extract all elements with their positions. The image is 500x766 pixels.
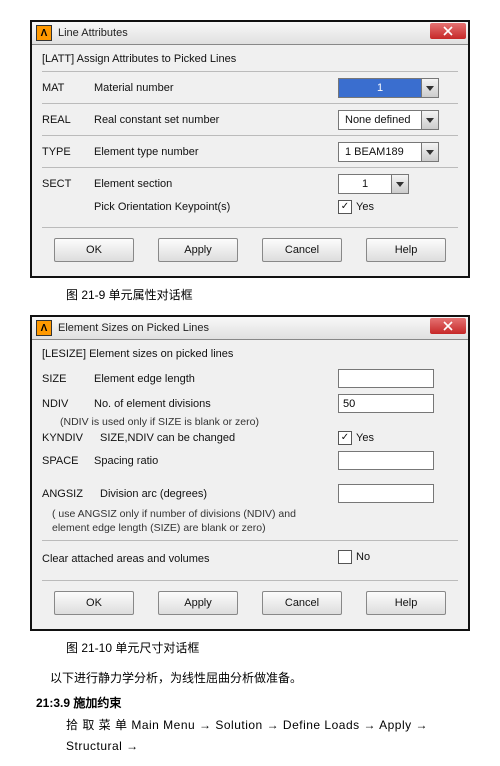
size-desc: Element edge length (94, 373, 338, 385)
angsiz-input[interactable] (338, 484, 434, 503)
ndiv-input[interactable] (338, 394, 434, 413)
ndiv-code: NDIV (42, 398, 94, 410)
cancel-button[interactable]: Cancel (262, 238, 342, 262)
dialog-title: Element Sizes on Picked Lines (58, 322, 209, 334)
cancel-button[interactable]: Cancel (262, 591, 342, 615)
real-code: REAL (42, 114, 94, 126)
close-button[interactable] (430, 23, 466, 39)
ndiv-desc: No. of element divisions (94, 398, 338, 410)
dialog-title: Line Attributes (58, 27, 128, 39)
type-desc: Element type number (94, 146, 338, 158)
space-code: SPACE (42, 455, 94, 467)
type-code: TYPE (42, 146, 94, 158)
chevron-down-icon (421, 79, 438, 97)
kyndiv-code: KYNDIV (42, 432, 100, 444)
angsiz-note-2: element edge length (SIZE) are blank or … (52, 522, 458, 534)
body-text-1: 以下进行静力学分析，为线性屈曲分析做准备。 (50, 668, 470, 688)
element-sizes-dialog: Λ Element Sizes on Picked Lines [LESIZE]… (30, 315, 470, 631)
kyndiv-desc: SIZE,NDIV can be changed (100, 432, 338, 444)
angsiz-desc: Division arc (degrees) (100, 488, 338, 500)
sect-desc: Element section (94, 178, 338, 190)
figure-caption-2: 图 21-10 单元尺寸对话框 (66, 639, 470, 656)
close-button[interactable] (430, 318, 466, 334)
space-desc: Spacing ratio (94, 455, 338, 467)
real-combo[interactable]: None defined (338, 110, 439, 130)
type-combo[interactable]: 1 BEAM189 (338, 142, 439, 162)
space-input[interactable] (338, 451, 434, 470)
section-heading: 21:3.9 施加约束 (36, 694, 470, 711)
menu-path: 拾 取 菜 单 Main Menu → Solution → Define Lo… (66, 715, 470, 756)
pick-checkbox[interactable]: ✓Yes (338, 200, 374, 214)
kyndiv-checkbox[interactable]: ✓Yes (338, 431, 374, 445)
sect-combo[interactable]: 1 (338, 174, 409, 194)
apply-button[interactable]: Apply (158, 591, 238, 615)
chevron-down-icon (391, 175, 408, 193)
ndiv-note: (NDIV is used only if SIZE is blank or z… (60, 416, 458, 428)
real-desc: Real constant set number (94, 114, 338, 126)
app-icon: Λ (36, 320, 52, 336)
chevron-down-icon (421, 111, 438, 129)
clear-checkbox[interactable]: No (338, 550, 370, 564)
help-button[interactable]: Help (366, 238, 446, 262)
dialog-header: [LESIZE] Element sizes on picked lines (42, 348, 458, 360)
size-input[interactable] (338, 369, 434, 388)
ok-button[interactable]: OK (54, 238, 134, 262)
app-icon: Λ (36, 25, 52, 41)
apply-button[interactable]: Apply (158, 238, 238, 262)
dialog-header: [LATT] Assign Attributes to Picked Lines (42, 53, 458, 65)
dialog-titlebar[interactable]: Λ Line Attributes (32, 22, 468, 44)
help-button[interactable]: Help (366, 591, 446, 615)
mat-desc: Material number (94, 82, 338, 94)
size-code: SIZE (42, 373, 94, 385)
angsiz-note-1: ( use ANGSIZ only if number of divisions… (52, 508, 458, 520)
clear-desc: Clear attached areas and volumes (42, 553, 338, 565)
line-attributes-dialog: Λ Line Attributes [LATT] Assign Attribut… (30, 20, 470, 278)
mat-combo[interactable]: 1 (338, 78, 439, 98)
pick-desc: Pick Orientation Keypoint(s) (94, 201, 338, 213)
figure-caption-1: 图 21-9 单元属性对话框 (66, 286, 470, 303)
ok-button[interactable]: OK (54, 591, 134, 615)
angsiz-code: ANGSIZ (42, 488, 100, 500)
sect-code: SECT (42, 178, 94, 190)
mat-code: MAT (42, 82, 94, 94)
dialog-titlebar[interactable]: Λ Element Sizes on Picked Lines (32, 317, 468, 339)
chevron-down-icon (421, 143, 438, 161)
